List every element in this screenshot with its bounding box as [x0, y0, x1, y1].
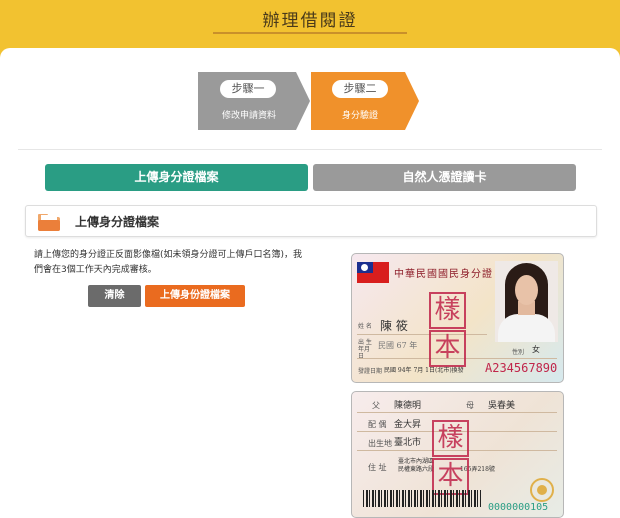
sex-value: 女 [532, 345, 540, 354]
divider [18, 149, 602, 150]
clear-button[interactable]: 清除 [88, 285, 141, 307]
issue-label: 發證日期 [358, 368, 383, 375]
name-value: 陳 筱 [380, 319, 408, 333]
step-2: 步驟二 身分驗證 [311, 72, 419, 130]
section-title: 上傳身分證檔案 [75, 215, 160, 229]
tab-citizen-certificate[interactable]: 自然人憑證讀卡 [313, 164, 576, 191]
main-card: 步驟一 修改申請資料 步驟二 身分驗證 上傳身分證檔案 自然人憑證讀卡 上傳身分… [0, 48, 620, 518]
father-label: 父 [372, 401, 380, 410]
sex-label: 性別 [512, 349, 525, 356]
flag-icon [357, 262, 389, 283]
birthplace-label: 出生地 [368, 439, 392, 448]
id-front-title: 中華民國國民身分證 [394, 269, 493, 280]
sample-stamp-1: 樣 [429, 292, 466, 329]
spouse-value: 金大昇 [394, 420, 422, 430]
id-card-front-sample: 中華民國國民身分證 姓 名 陳 筱 出 生 年月日 民國 67 年 性別 女 發… [351, 253, 564, 383]
page-header: 辦理借閱證 [0, 0, 620, 48]
sample-stamp-2: 本 [429, 330, 466, 367]
folder-icon [38, 214, 60, 231]
address-label: 住 址 [368, 463, 387, 472]
sample-stamp-3: 樣 [432, 420, 469, 457]
tab-upload-id[interactable]: 上傳身分證檔案 [45, 164, 308, 191]
mother-value: 吳春美 [488, 401, 516, 411]
step-1: 步驟一 修改申請資料 [198, 72, 310, 130]
birth-value: 民國 67 年 [378, 341, 418, 350]
father-value: 陳德明 [394, 401, 422, 411]
barcode [363, 490, 481, 507]
step-1-sub: 修改申請資料 [221, 111, 276, 121]
address-line-2: 民權東路六段 [398, 466, 435, 473]
id-card-back-sample: 父 陳德明 母 吳春美 配 偶 金大昇 出生地 臺北市 住 址 臺北市內湖區 民… [351, 391, 564, 518]
title-underline [213, 32, 407, 34]
upload-instructions: 請上傳您的身分證正反面影像檔(如未領身分證可上傳戶口名簿)，我們會在3個工作天內… [34, 250, 303, 275]
birth-label: 出 生 年月日 [358, 339, 372, 360]
page-title: 辦理借閱證 [262, 11, 358, 31]
spouse-label: 配 偶 [368, 420, 387, 429]
upload-id-button[interactable]: 上傳身份證檔案 [145, 285, 245, 307]
id-photo [495, 261, 558, 342]
name-label: 姓 名 [358, 323, 372, 330]
seal-icon [530, 478, 554, 502]
step-1-label: 步驟一 [220, 80, 276, 98]
upload-section-header: 上傳身分證檔案 [25, 205, 597, 237]
mother-label: 母 [466, 401, 474, 410]
step-2-label: 步驟二 [332, 80, 388, 98]
birthplace-value: 臺北市 [394, 438, 422, 448]
id-number: A234567890 [485, 361, 558, 375]
step-2-sub: 身分驗證 [341, 111, 378, 121]
id-back-serial: 0000000105 [488, 502, 549, 513]
